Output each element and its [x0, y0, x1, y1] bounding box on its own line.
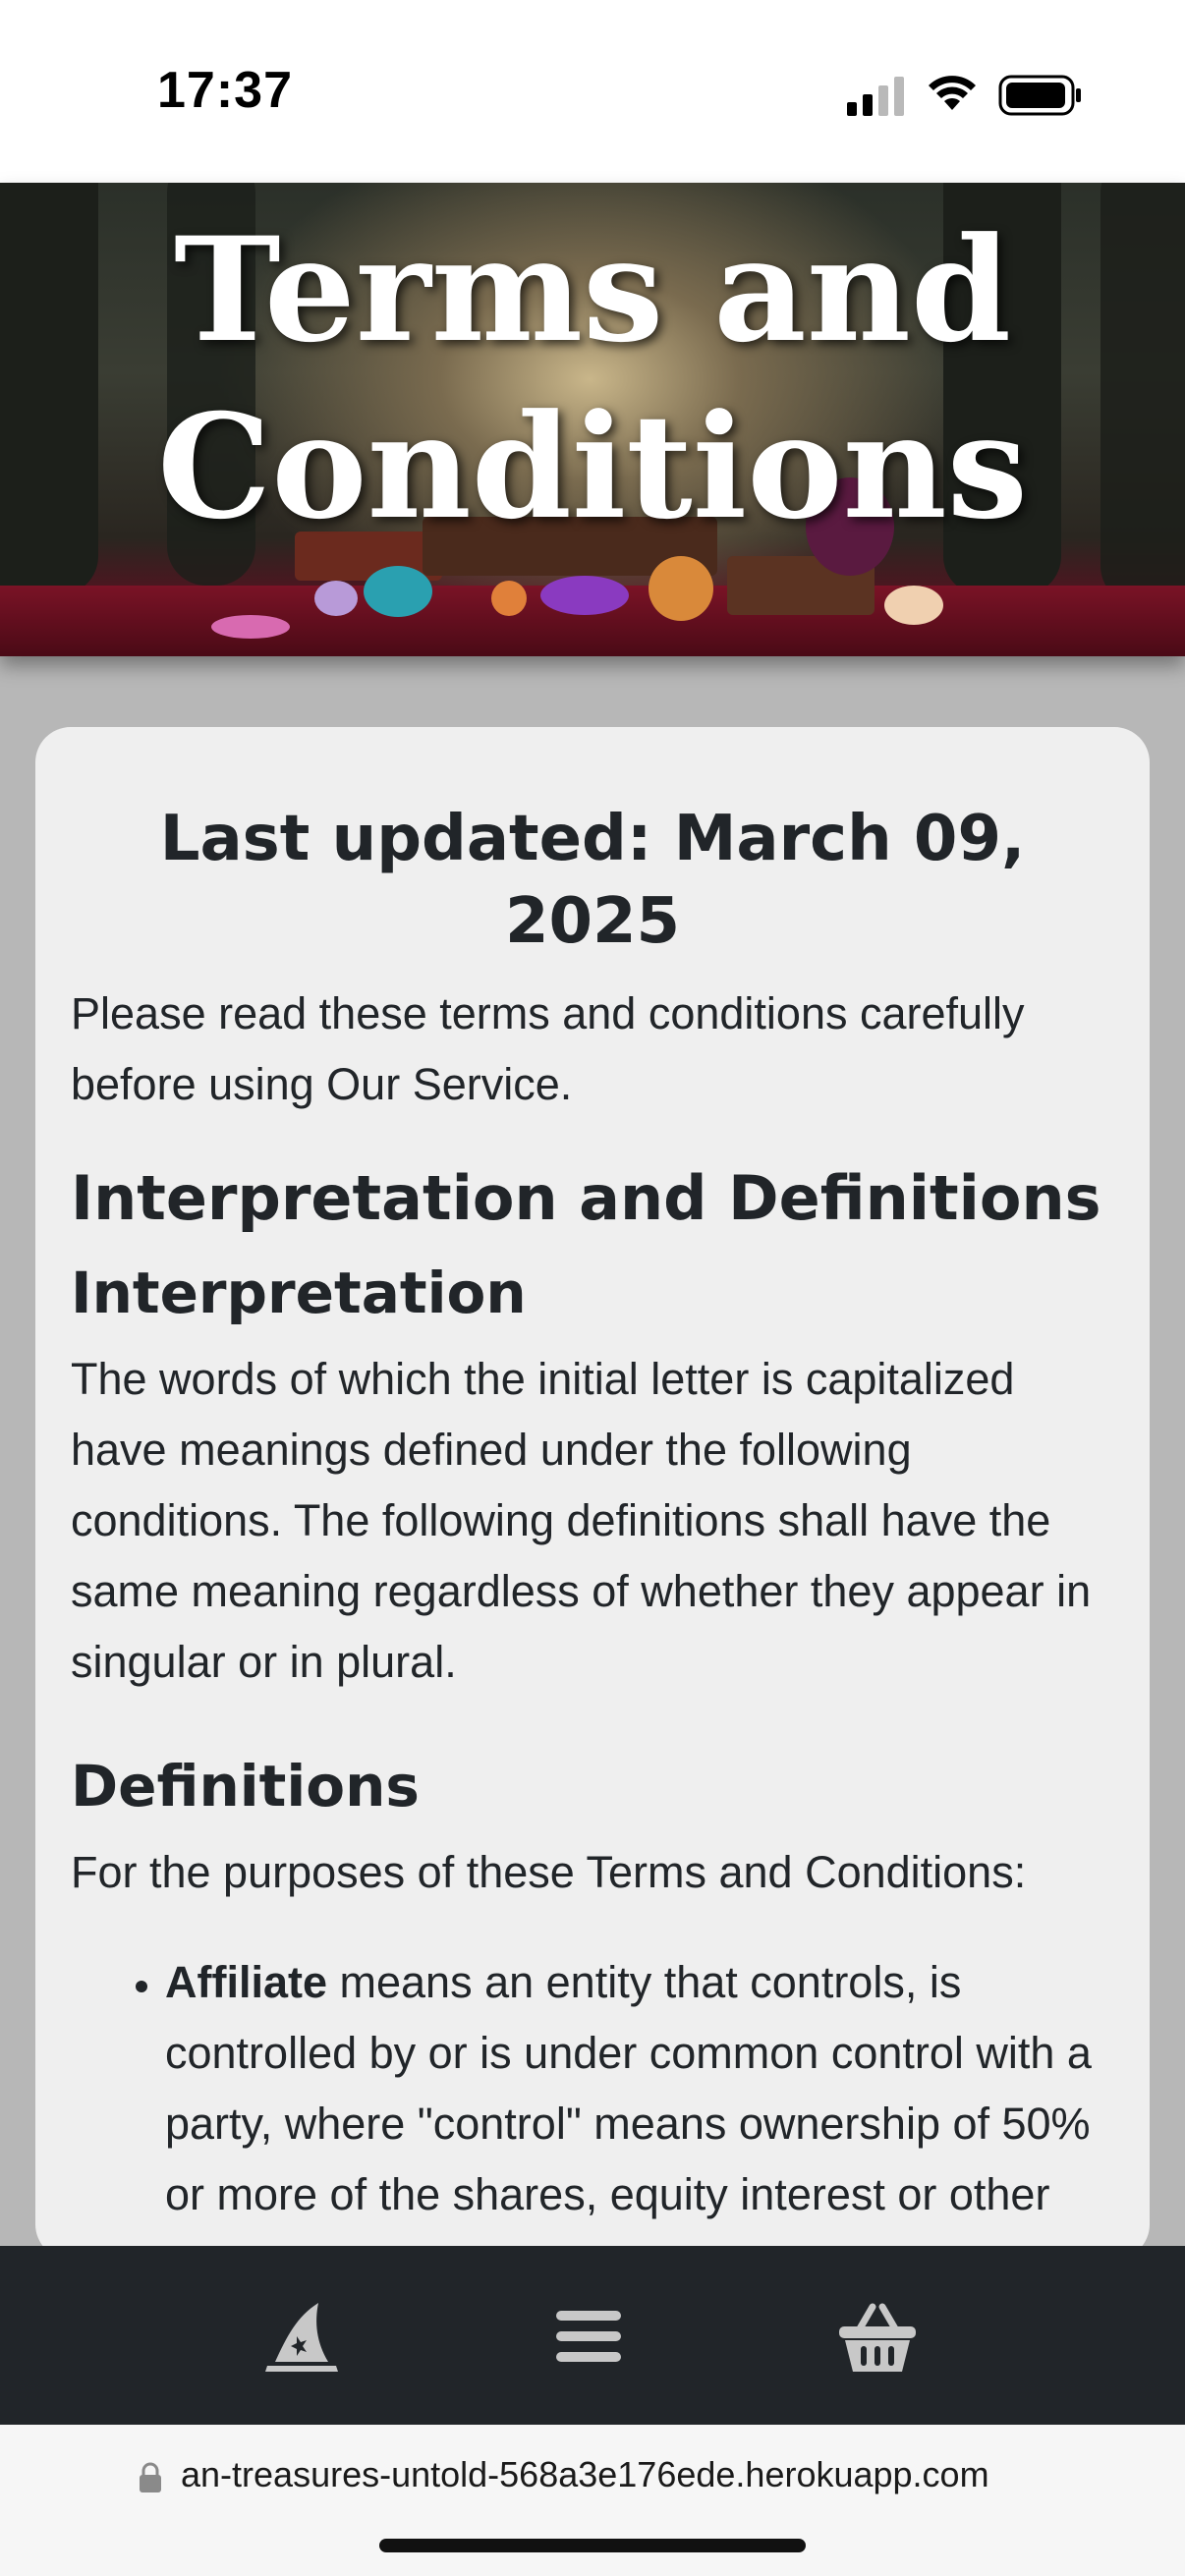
intro-paragraph: Please read these terms and conditions c…: [71, 988, 1025, 1109]
hero-crystal: [364, 566, 432, 617]
interpretation-paragraph: The words of which the initial letter is…: [71, 1354, 1092, 1687]
wizard-hat-icon[interactable]: [257, 2297, 346, 2376]
interpretation-definitions-heading: Interpretation and Definitions: [71, 1162, 1101, 1234]
hero-crystal: [314, 581, 358, 616]
status-time: 17:37: [157, 62, 293, 119]
basket-icon[interactable]: [833, 2297, 922, 2376]
hero-crystal: [211, 615, 290, 639]
hero-crystal: [540, 576, 629, 615]
definitions-intro: For the purposes of these Terms and Cond…: [71, 1847, 1027, 1897]
definitions-heading: Definitions: [71, 1753, 420, 1820]
battery-icon: [998, 75, 1081, 116]
bottom-nav: [0, 2246, 1185, 2425]
last-updated-heading: Last updated: March 09, 2025: [159, 803, 1026, 958]
lock-icon: [140, 2462, 161, 2492]
hero-candle: [884, 586, 943, 625]
page-title-line-2: Conditions: [157, 383, 1028, 551]
hero-banner: Terms and Conditions: [0, 183, 1185, 656]
definition-term: Affiliate: [165, 1957, 328, 2007]
cellular-signal-icon: [847, 77, 904, 116]
home-indicator: [379, 2539, 806, 2552]
wifi-icon: [929, 76, 976, 110]
definitions-list: Affiliate means an entity that controls,…: [71, 1947, 1114, 2260]
interpretation-heading: Interpretation: [71, 1260, 527, 1326]
status-bar: 17:37: [0, 0, 1185, 183]
hero-orb: [491, 581, 527, 616]
hero-orb: [649, 556, 713, 621]
list-item: Affiliate means an entity that controls,…: [165, 1947, 1114, 2260]
browser-url-bar[interactable]: an-treasures-untold-568a3e176ede.herokua…: [0, 2425, 1185, 2576]
terms-content-card: Last updated: March 09, 2025 Please read…: [35, 727, 1150, 2260]
url-text[interactable]: an-treasures-untold-568a3e176ede.herokua…: [181, 2454, 989, 2495]
page-title-line-1: Terms and: [173, 206, 1012, 374]
hamburger-menu-icon[interactable]: [544, 2297, 633, 2376]
page-title: Terms and Conditions: [0, 202, 1185, 556]
